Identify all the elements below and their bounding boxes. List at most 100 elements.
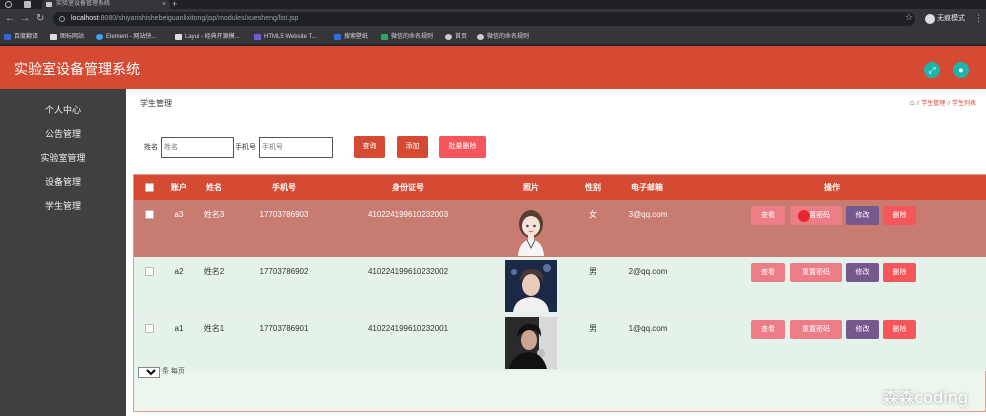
phone-search-input[interactable] (259, 137, 333, 158)
bookmark-label: 微信的命名规则 (391, 34, 434, 40)
sidebar-item-labs[interactable]: 实验室管理 (0, 150, 126, 166)
element-icon (96, 34, 103, 40)
delete-button[interactable]: 删除 (883, 263, 916, 282)
html5-icon (254, 34, 261, 40)
row-checkbox[interactable] (145, 324, 154, 333)
cell-name: 姓名2 (203, 267, 225, 276)
name-search-input[interactable] (161, 137, 234, 158)
back-icon[interactable]: ← (5, 13, 15, 25)
portrait-photo (505, 260, 557, 312)
app-title: 实验室设备管理系统 (14, 61, 140, 77)
row-checkbox[interactable] (145, 267, 154, 276)
row-checkbox[interactable] (145, 210, 154, 219)
bookmark-item[interactable]: Layui - 经典开源模... (175, 32, 240, 42)
globe-icon (445, 34, 452, 40)
page-size-select[interactable]: 10 (138, 366, 160, 378)
sidebar-item-notices[interactable]: 公告管理 (0, 126, 126, 142)
user-icon[interactable]: ● (953, 62, 969, 78)
cell-email: 3@qq.com (628, 210, 668, 219)
column-header: 照片 (523, 183, 539, 192)
add-button[interactable]: 添加 (397, 136, 428, 158)
cell-phone: 17703786902 (259, 267, 309, 276)
delete-button[interactable]: 删除 (883, 206, 916, 225)
bookmark-item[interactable]: 图标网站 (50, 32, 84, 42)
bookmark-item[interactable]: 微信的命名规则 (381, 32, 433, 42)
bookmark-label: 微信的命名规则 (487, 34, 530, 40)
cell-name: 姓名1 (203, 324, 225, 333)
view-button[interactable]: 查看 (751, 263, 785, 282)
bookmark-item[interactable]: HTML5 Website T... (254, 32, 316, 42)
bookmark-label: 图标网站 (60, 34, 85, 40)
batch-delete-button[interactable]: 批量删除 (439, 136, 486, 158)
wallpaper-icon (334, 34, 341, 40)
student-photo (505, 317, 557, 369)
url-host: localhost (71, 15, 99, 22)
browser-tab-strip: 实验室设备管理系统 × + (0, 0, 986, 9)
url-path: :8080/shiyanshishebeiguanlixitong/jsp/mo… (98, 15, 299, 22)
profile-label: 无痕模式 (937, 15, 965, 22)
sidebar-item-students[interactable]: 学生管理 (0, 198, 126, 214)
bookmark-item[interactable]: 微信的命名规则 (477, 32, 529, 42)
page-size-suffix: 条 每页 (161, 368, 185, 375)
edit-button[interactable]: 修改 (846, 320, 879, 339)
table-row[interactable]: a1 姓名1 17703786901 410224199610232001 男 … (134, 314, 986, 371)
incognito-icon (925, 14, 935, 24)
tab-search-icon[interactable] (24, 1, 31, 8)
window-menu-icon[interactable] (5, 1, 12, 8)
edit-button[interactable]: 修改 (846, 263, 879, 282)
forward-icon[interactable]: → (20, 13, 30, 25)
browser-tab[interactable]: 实验室设备管理系统 × (42, 0, 170, 9)
sidebar-item-equipment[interactable]: 设备管理 (0, 174, 126, 190)
bookmark-label: 搜索壁纸 (344, 34, 369, 40)
bookmark-label: HTML5 Website T... (264, 34, 317, 40)
portrait-photo (505, 317, 557, 369)
cell-id-card: 410224199610232001 (367, 324, 449, 333)
bookmark-item[interactable]: 搜索壁纸 (334, 32, 368, 42)
select-all-checkbox[interactable] (145, 183, 154, 192)
cell-account: a2 (174, 267, 184, 276)
delete-button[interactable]: 删除 (883, 320, 916, 339)
tab-close-icon[interactable]: × (162, 0, 166, 9)
bookmark-label: 首页 (455, 34, 468, 40)
bookmark-item[interactable]: Element - 网站快... (96, 32, 156, 42)
bookmark-item[interactable]: 百度翻译 (4, 32, 38, 42)
breadcrumb-separator: // (946, 101, 951, 107)
site-info-icon[interactable] (59, 16, 65, 22)
view-button[interactable]: 查看 (751, 206, 785, 225)
table-row[interactable]: a3 姓名3 17703786903 410224199610232003 女 … (134, 200, 986, 257)
breadcrumb-item: 学生列表 (951, 101, 976, 107)
column-header: 账户 (171, 183, 187, 192)
new-tab-icon[interactable]: + (172, 0, 177, 9)
bookmarks-bar: 百度翻译 图标网站 Element - 网站快... Layui - 经典开源模… (0, 29, 986, 45)
breadcrumb-item[interactable]: 学生管理 (921, 101, 945, 107)
query-button[interactable]: 查询 (354, 136, 385, 158)
column-header: 电子邮箱 (631, 183, 663, 192)
bookmark-item[interactable]: 首页 (445, 32, 467, 42)
layui-icon (175, 34, 182, 40)
tab-favicon-icon (46, 2, 52, 7)
url-input[interactable]: localhost:8080/shiyanshishebeiguanlixito… (53, 12, 915, 26)
flag-icon (50, 34, 57, 40)
sidebar-item-profile[interactable]: 个人中心 (0, 102, 126, 118)
name-filter-label: 姓名 (144, 144, 158, 151)
fullscreen-icon[interactable]: ⤢ (924, 62, 940, 78)
cell-email: 1@qq.com (628, 324, 668, 333)
reset-password-button[interactable]: 重置密码 (790, 263, 842, 282)
cell-id-card: 410224199610232002 (367, 267, 449, 276)
table-row[interactable]: a2 姓名2 17703786902 410224199610232002 男 … (134, 257, 986, 314)
view-button[interactable]: 查看 (751, 320, 785, 339)
column-header: 操作 (824, 183, 840, 192)
student-photo (505, 204, 557, 256)
edit-button[interactable]: 修改 (846, 206, 879, 225)
bookmark-star-icon[interactable]: ☆ (905, 12, 913, 23)
reset-password-button[interactable]: 重置密码 (790, 320, 842, 339)
cell-phone: 17703786903 (259, 210, 309, 219)
wechat-icon (381, 34, 388, 40)
home-icon[interactable]: ⌂ (910, 98, 915, 107)
browser-menu-icon[interactable]: ⋮ (974, 13, 983, 24)
incognito-profile[interactable]: 无痕模式 (925, 13, 965, 25)
baidu-icon (4, 34, 11, 40)
cell-gender: 男 (589, 267, 597, 276)
phone-filter-label: 手机号 (235, 144, 256, 151)
reload-icon[interactable]: ↻ (36, 13, 44, 25)
